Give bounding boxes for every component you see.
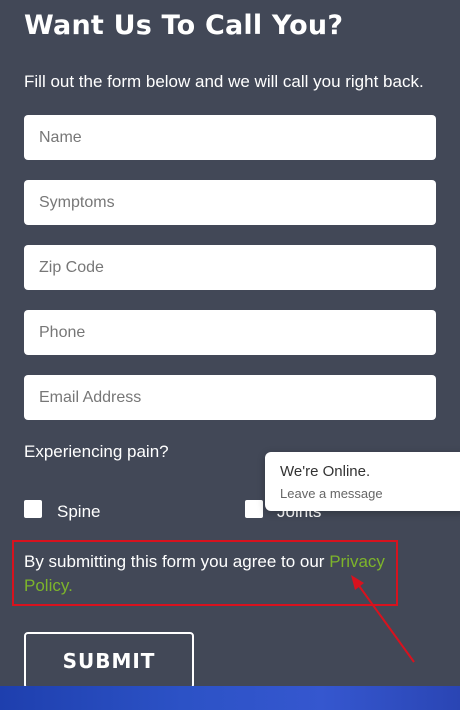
form-intro: Fill out the form below and we will call…	[24, 72, 424, 91]
joints-checkbox[interactable]	[245, 500, 263, 518]
zip-code-input[interactable]	[24, 245, 436, 290]
spine-label[interactable]: Spine	[57, 502, 100, 522]
footer-image-strip	[0, 686, 460, 710]
symptoms-input[interactable]	[24, 180, 436, 225]
chat-prompt[interactable]: Leave a message	[280, 486, 383, 501]
submit-button[interactable]: SUBMIT	[24, 632, 194, 689]
agreement-prefix: By submitting this form you agree to our	[24, 552, 330, 571]
spine-checkbox[interactable]	[24, 500, 42, 518]
phone-input[interactable]	[24, 310, 436, 355]
name-input[interactable]	[24, 115, 436, 160]
agreement-text: By submitting this form you agree to our…	[24, 550, 404, 598]
pain-question-label: Experiencing pain?	[24, 442, 169, 461]
form-title: Want Us To Call You?	[24, 10, 344, 41]
chat-status: We're Online.	[280, 463, 371, 480]
chat-widget[interactable]: We're Online. Leave a message	[265, 452, 460, 511]
email-input[interactable]	[24, 375, 436, 420]
